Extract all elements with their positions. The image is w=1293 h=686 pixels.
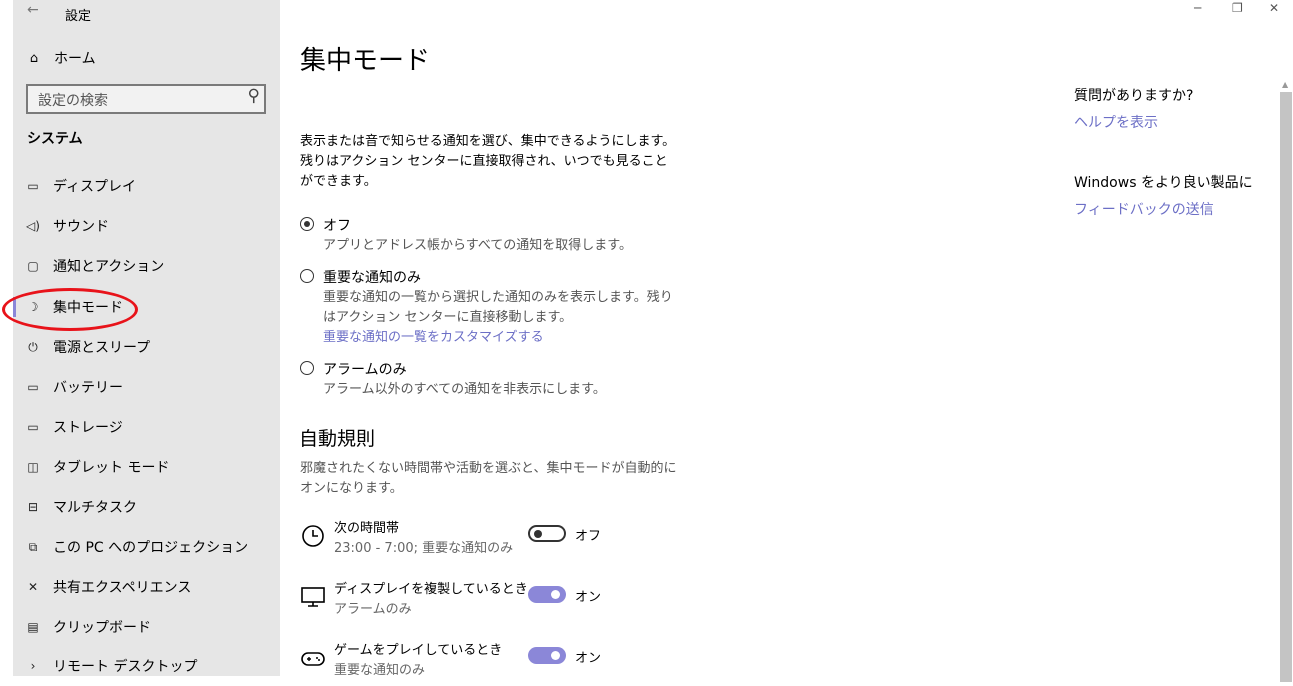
page-title: 集中モード <box>300 46 431 76</box>
rule-title: ディスプレイを複製しているとき <box>334 582 528 597</box>
option-label: オフ <box>323 218 351 234</box>
gamepad-icon <box>301 652 325 666</box>
automatic-rules-heading: 自動規則 <box>299 428 376 450</box>
radio-button[interactable] <box>300 217 314 231</box>
help-question: 質問がありますか? <box>1074 88 1194 104</box>
storage-icon: ▭ <box>27 420 39 434</box>
sidebar-item-tablet[interactable]: ◫ タブレット モード <box>13 447 280 487</box>
sidebar-item-power[interactable]: ⏻ 電源とスリープ <box>13 327 280 367</box>
multitask-icon: ⊟ <box>27 500 39 514</box>
automatic-rules-description: 邪魔されたくない時間帯や活動を選ぶと、集中モードが自動的にオンになります。 <box>300 461 677 496</box>
get-help-link[interactable]: ヘルプを表示 <box>1074 112 1158 132</box>
speaker-icon: ◁) <box>26 219 40 233</box>
sidebar-item-label: リモート デスクトップ <box>53 659 198 675</box>
search-input[interactable]: 設定の検索 <box>38 90 108 110</box>
option-description-text: 重要な通知の一覧から選択した通知のみを表示します。残りはアクション センターに直… <box>323 290 673 325</box>
sidebar-item-battery[interactable]: ▭ バッテリー <box>13 367 280 407</box>
tablet-icon: ◫ <box>27 460 39 474</box>
moon-icon: ☽ <box>27 300 39 314</box>
toggle-state-label: オフ <box>575 529 602 544</box>
sidebar-item-remote-desktop[interactable]: › リモート デスクトップ <box>13 646 280 686</box>
sidebar-item-label: 共有エクスペリエンス <box>53 580 192 596</box>
sidebar-item-multitask[interactable]: ⊟ マルチタスク <box>13 487 280 527</box>
toggle-state-label: オン <box>575 590 602 605</box>
sidebar-item-label: ストレージ <box>53 420 123 436</box>
sidebar-item-label: バッテリー <box>53 380 123 396</box>
sidebar-item-label: クリップボード <box>53 620 151 636</box>
rule-toggle[interactable] <box>528 525 566 542</box>
monitor-icon <box>301 587 325 607</box>
home-label: ホーム <box>54 51 96 67</box>
option-description: アラーム以外のすべての通知を非表示にします。 <box>323 382 606 397</box>
sidebar-item-label: ディスプレイ <box>53 179 137 195</box>
radio-button[interactable] <box>300 361 314 375</box>
sidebar-item-projection[interactable]: ⧉ この PC へのプロジェクション <box>13 527 280 567</box>
sidebar-item-label: 集中モード <box>53 300 123 316</box>
restore-button[interactable]: ❐ <box>1232 1 1243 15</box>
back-arrow-icon[interactable]: ← <box>27 2 39 18</box>
scroll-up-icon[interactable]: ▲ <box>1282 80 1288 89</box>
remote-desktop-icon: › <box>30 659 36 673</box>
customize-priority-link[interactable]: 重要な通知の一覧をカスタマイズする <box>323 330 544 345</box>
sidebar-item-shared[interactable]: ✕ 共有エクスペリエンス <box>13 567 280 607</box>
clock-icon <box>302 525 324 547</box>
rule-time-window[interactable]: 次の時間帯 23:00 - 7:00; 重要な通知のみ オフ <box>300 517 620 561</box>
display-icon: ▭ <box>27 179 39 193</box>
battery-icon: ▭ <box>27 380 39 394</box>
rule-duplicating-display[interactable]: ディスプレイを複製しているとき アラームのみ オン <box>300 578 620 622</box>
scrollbar[interactable]: ▲ <box>1279 76 1293 682</box>
home-icon: ⌂ <box>29 50 39 66</box>
rule-title: ゲームをプレイしているとき <box>334 643 503 658</box>
scroll-thumb[interactable] <box>1280 92 1292 682</box>
sidebar-item-sound[interactable]: ◁) サウンド <box>13 206 280 246</box>
option-description: 重要な通知の一覧から選択した通知のみを表示します。残りはアクション センターに直… <box>323 288 673 348</box>
projection-icon: ⧉ <box>28 539 38 554</box>
clipboard-icon: ▤ <box>27 620 39 634</box>
feedback-heading: Windows をより良い製品に <box>1074 175 1253 191</box>
rule-title: 次の時間帯 <box>334 521 400 536</box>
rule-toggle[interactable] <box>528 586 566 603</box>
minimize-button[interactable]: ─ <box>1194 1 1201 15</box>
sidebar-item-clipboard[interactable]: ▤ クリップボード <box>13 607 280 647</box>
sidebar-item-focus-assist[interactable]: ☽ 集中モード <box>13 287 280 327</box>
sidebar-item-storage[interactable]: ▭ ストレージ <box>13 407 280 447</box>
section-label: システム <box>27 131 83 147</box>
rule-playing-game[interactable]: ゲームをプレイしているとき 重要な通知のみ オン <box>300 639 620 683</box>
radio-button[interactable] <box>300 269 314 283</box>
option-description: アプリとアドレス帳からすべての通知を取得します。 <box>323 238 633 253</box>
sidebar-item-display[interactable]: ▭ ディスプレイ <box>13 166 280 206</box>
power-icon: ⏻ <box>28 339 38 354</box>
sidebar-home[interactable]: ⌂ ホーム <box>27 48 96 68</box>
give-feedback-link[interactable]: フィードバックの送信 <box>1074 199 1214 219</box>
sidebar-item-label: 通知とアクション <box>53 259 165 275</box>
close-button[interactable]: ✕ <box>1269 1 1279 15</box>
sidebar: ← 設定 ⌂ ホーム 設定の検索 ⚲ システム ▭ ディスプレイ ◁) サウンド… <box>13 0 280 676</box>
option-label: アラームのみ <box>323 362 407 378</box>
rule-subtitle: アラームのみ <box>334 602 412 617</box>
shared-icon: ✕ <box>27 580 39 594</box>
window-title: 設定 <box>65 9 92 24</box>
sidebar-item-label: サウンド <box>53 219 109 235</box>
sidebar-item-notifications[interactable]: ▢ 通知とアクション <box>13 246 280 286</box>
option-label: 重要な通知のみ <box>323 270 421 286</box>
search-icon: ⚲ <box>247 86 260 106</box>
sidebar-item-label: この PC へのプロジェクション <box>53 540 249 556</box>
toggle-state-label: オン <box>575 651 602 666</box>
sidebar-item-label: タブレット モード <box>53 460 170 476</box>
rule-subtitle: 重要な通知のみ <box>334 663 426 678</box>
page-description: 表示または音で知らせる通知を選び、集中できるようにします。残りはアクション セン… <box>300 134 676 189</box>
rule-subtitle: 23:00 - 7:00; 重要な通知のみ <box>334 541 514 556</box>
search-box[interactable]: 設定の検索 ⚲ <box>26 84 266 114</box>
notification-icon: ▢ <box>27 259 39 273</box>
rule-toggle[interactable] <box>528 647 566 664</box>
sidebar-item-label: マルチタスク <box>53 500 137 516</box>
active-indicator <box>13 297 16 317</box>
sidebar-item-label: 電源とスリープ <box>53 340 151 356</box>
